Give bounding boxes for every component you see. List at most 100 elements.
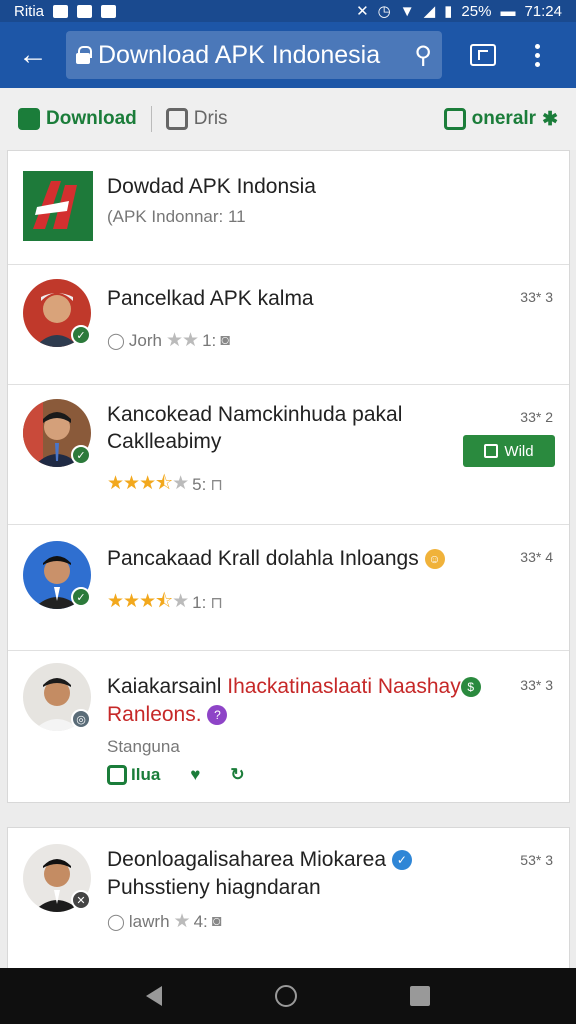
action-install-label: Ilua [131, 765, 161, 784]
money-icon: $ [460, 677, 481, 698]
apk-logo-icon [33, 181, 77, 229]
listing-title: Dowdad APK Indonsia [107, 175, 316, 198]
download-icon [107, 765, 127, 785]
item-meta: ★★★⯪★ 1: ⊓ [107, 587, 223, 619]
bag-icon: ⊓ [210, 477, 223, 494]
status-badge: ✓ [71, 445, 91, 465]
item-num: 5: [192, 475, 207, 494]
chat-icon [443, 108, 466, 130]
item-actions: Ilua ♥ ↻ [107, 765, 245, 785]
search-query: Download APK Indonesia [98, 40, 381, 69]
notification-icon [77, 4, 93, 18]
download-filter[interactable]: Download [18, 108, 137, 130]
list-item[interactable]: ◎ Kaiakarsainl Ihackatinaslaati Naashay $… [8, 651, 569, 802]
nav-home-icon[interactable] [274, 985, 297, 1007]
gamepad-icon: ◙ [220, 331, 230, 349]
app-bar: ← Download APK Indonesia ⚲ [0, 22, 576, 88]
action-refresh[interactable]: ↻ [230, 765, 244, 785]
more-dot [534, 61, 540, 67]
search-icon[interactable]: ⚲ [414, 41, 432, 70]
action-like[interactable]: ♥ [190, 765, 200, 785]
item-count: 33* 2 [520, 409, 553, 425]
item-title: Pancelkad APK kalma [107, 287, 314, 310]
refresh-icon: ↻ [230, 765, 245, 784]
action-install[interactable]: Ilua [107, 765, 160, 785]
bag-icon: ⊓ [210, 595, 223, 612]
rating-stars: ★★★⯪★ [107, 473, 189, 494]
check-icon [484, 444, 499, 458]
list-item[interactable]: ✓ Kancokead Namckinhuda pakal Caklleabim… [8, 385, 569, 525]
battery-percent: 25% [461, 2, 492, 20]
wifi-icon: ▼ [399, 2, 415, 20]
item-title-line1: Deonloagalisaharea Miokarea ✓ [107, 846, 412, 874]
cast-button[interactable] [458, 22, 508, 88]
cast-icon [470, 44, 496, 66]
divider [150, 106, 152, 132]
emoji-icon: ? [207, 705, 228, 726]
install-button[interactable]: Wild [463, 435, 555, 467]
notification-icon [53, 4, 69, 18]
item-meta: ◯ Jorh ★★ 1: ◙ [107, 329, 230, 352]
list-item[interactable]: ✓ Pancakaad Krall dolahla Inloangs ☺ 33*… [8, 525, 569, 651]
install-label: Wild [504, 442, 534, 460]
item-title-line2: Puhsstieny hiagndaran [107, 876, 321, 899]
back-button[interactable]: ← [0, 22, 66, 88]
nav-back-icon[interactable] [146, 986, 163, 1006]
item-title-text: Pancakaad Krall dolahla Inloangs [107, 547, 419, 570]
listing-header[interactable]: Dowdad APK Indonsia (APK Indonnar: 11 [8, 151, 569, 265]
download-filter-label: Download [46, 108, 137, 129]
battery-icon: ▬ [500, 2, 516, 20]
listing-subtitle: (APK Indonnar: 11 [107, 207, 246, 226]
status-badge: ✓ [71, 325, 91, 345]
item-title-line1: Kancokead Namckinhuda pakal [107, 403, 403, 426]
more-options-button[interactable] [508, 22, 566, 88]
list-item[interactable]: ✕ Deonloagalisaharea Miokarea ✓ Puhsstie… [8, 828, 569, 956]
person-icon: ✱ [542, 108, 558, 130]
search-bar[interactable]: Download APK Indonesia ⚲ [66, 31, 442, 79]
rating-stars: ★★★⯪★ [107, 591, 189, 612]
more-dot [534, 52, 540, 58]
gamepad-icon: ◙ [211, 912, 222, 930]
battery-icon: ▮ [444, 2, 453, 20]
item-count: 33* 3 [520, 677, 553, 693]
item-user: lawrh [128, 911, 170, 931]
dris-filter[interactable]: Dris [165, 108, 228, 130]
user-icon: ◯ [107, 332, 125, 350]
status-bar: Ritia ✕ ◷ ▼ ◢ ▮ 25% ▬ 71:24 [0, 0, 576, 22]
item-title-line2: Caklleabimy [107, 430, 222, 453]
item-title-line2-text: Ranleons. [107, 703, 202, 726]
listing-card-2: ✕ Deonloagalisaharea Miokarea ✓ Puhsstie… [7, 827, 570, 987]
item-meta: ★★★⯪★ 5: ⊓ [107, 469, 223, 501]
item-count: 33* 3 [520, 289, 553, 305]
heart-icon: ♥ [190, 765, 201, 784]
verified-icon: ✓ [391, 850, 412, 871]
nav-recents-icon[interactable] [409, 986, 430, 1006]
item-count: 33* 4 [520, 549, 553, 565]
onerair-filter[interactable]: oneralr ✱ [443, 108, 558, 131]
carrier-text: Ritia [14, 2, 45, 20]
item-title-line1-text: Deonloagalisaharea Miokarea [107, 848, 387, 871]
item-count: 53* 3 [520, 852, 553, 868]
item-title: Pancakaad Krall dolahla Inloangs ☺ [107, 545, 445, 573]
item-title: Kaiakarsainl Ihackatinaslaati Naashay $ [107, 673, 481, 701]
status-badge: ◎ [71, 709, 91, 729]
dris-filter-label: Dris [193, 108, 228, 129]
onerair-filter-label: oneralr [471, 108, 537, 129]
lock-icon [76, 46, 92, 64]
list-item[interactable]: ✓ Pancelkad APK kalma 33* 3 ◯ Jorh ★★ 1:… [8, 265, 569, 385]
emoji-icon: ☺ [424, 549, 445, 570]
listing-card: Dowdad APK Indonsia (APK Indonnar: 11 ✓ … [7, 150, 570, 803]
item-title-part1: Kaiakarsainl [107, 675, 228, 698]
status-badge: ✕ [71, 890, 91, 910]
item-user: Jorh [128, 330, 162, 350]
signal-icon: ◢ [423, 2, 436, 20]
download-icon [18, 108, 40, 130]
item-title-part2: Ihackatinaslaati Naashay [227, 675, 461, 698]
rating-stars: ★ [173, 911, 191, 932]
status-badge: ✓ [71, 587, 91, 607]
app-logo [23, 171, 93, 241]
filter-bar: Download Dris oneralr ✱ [0, 88, 576, 150]
item-num: 4: [193, 911, 208, 931]
notification-icon [101, 4, 117, 18]
rating-stars: ★★ [165, 330, 199, 351]
